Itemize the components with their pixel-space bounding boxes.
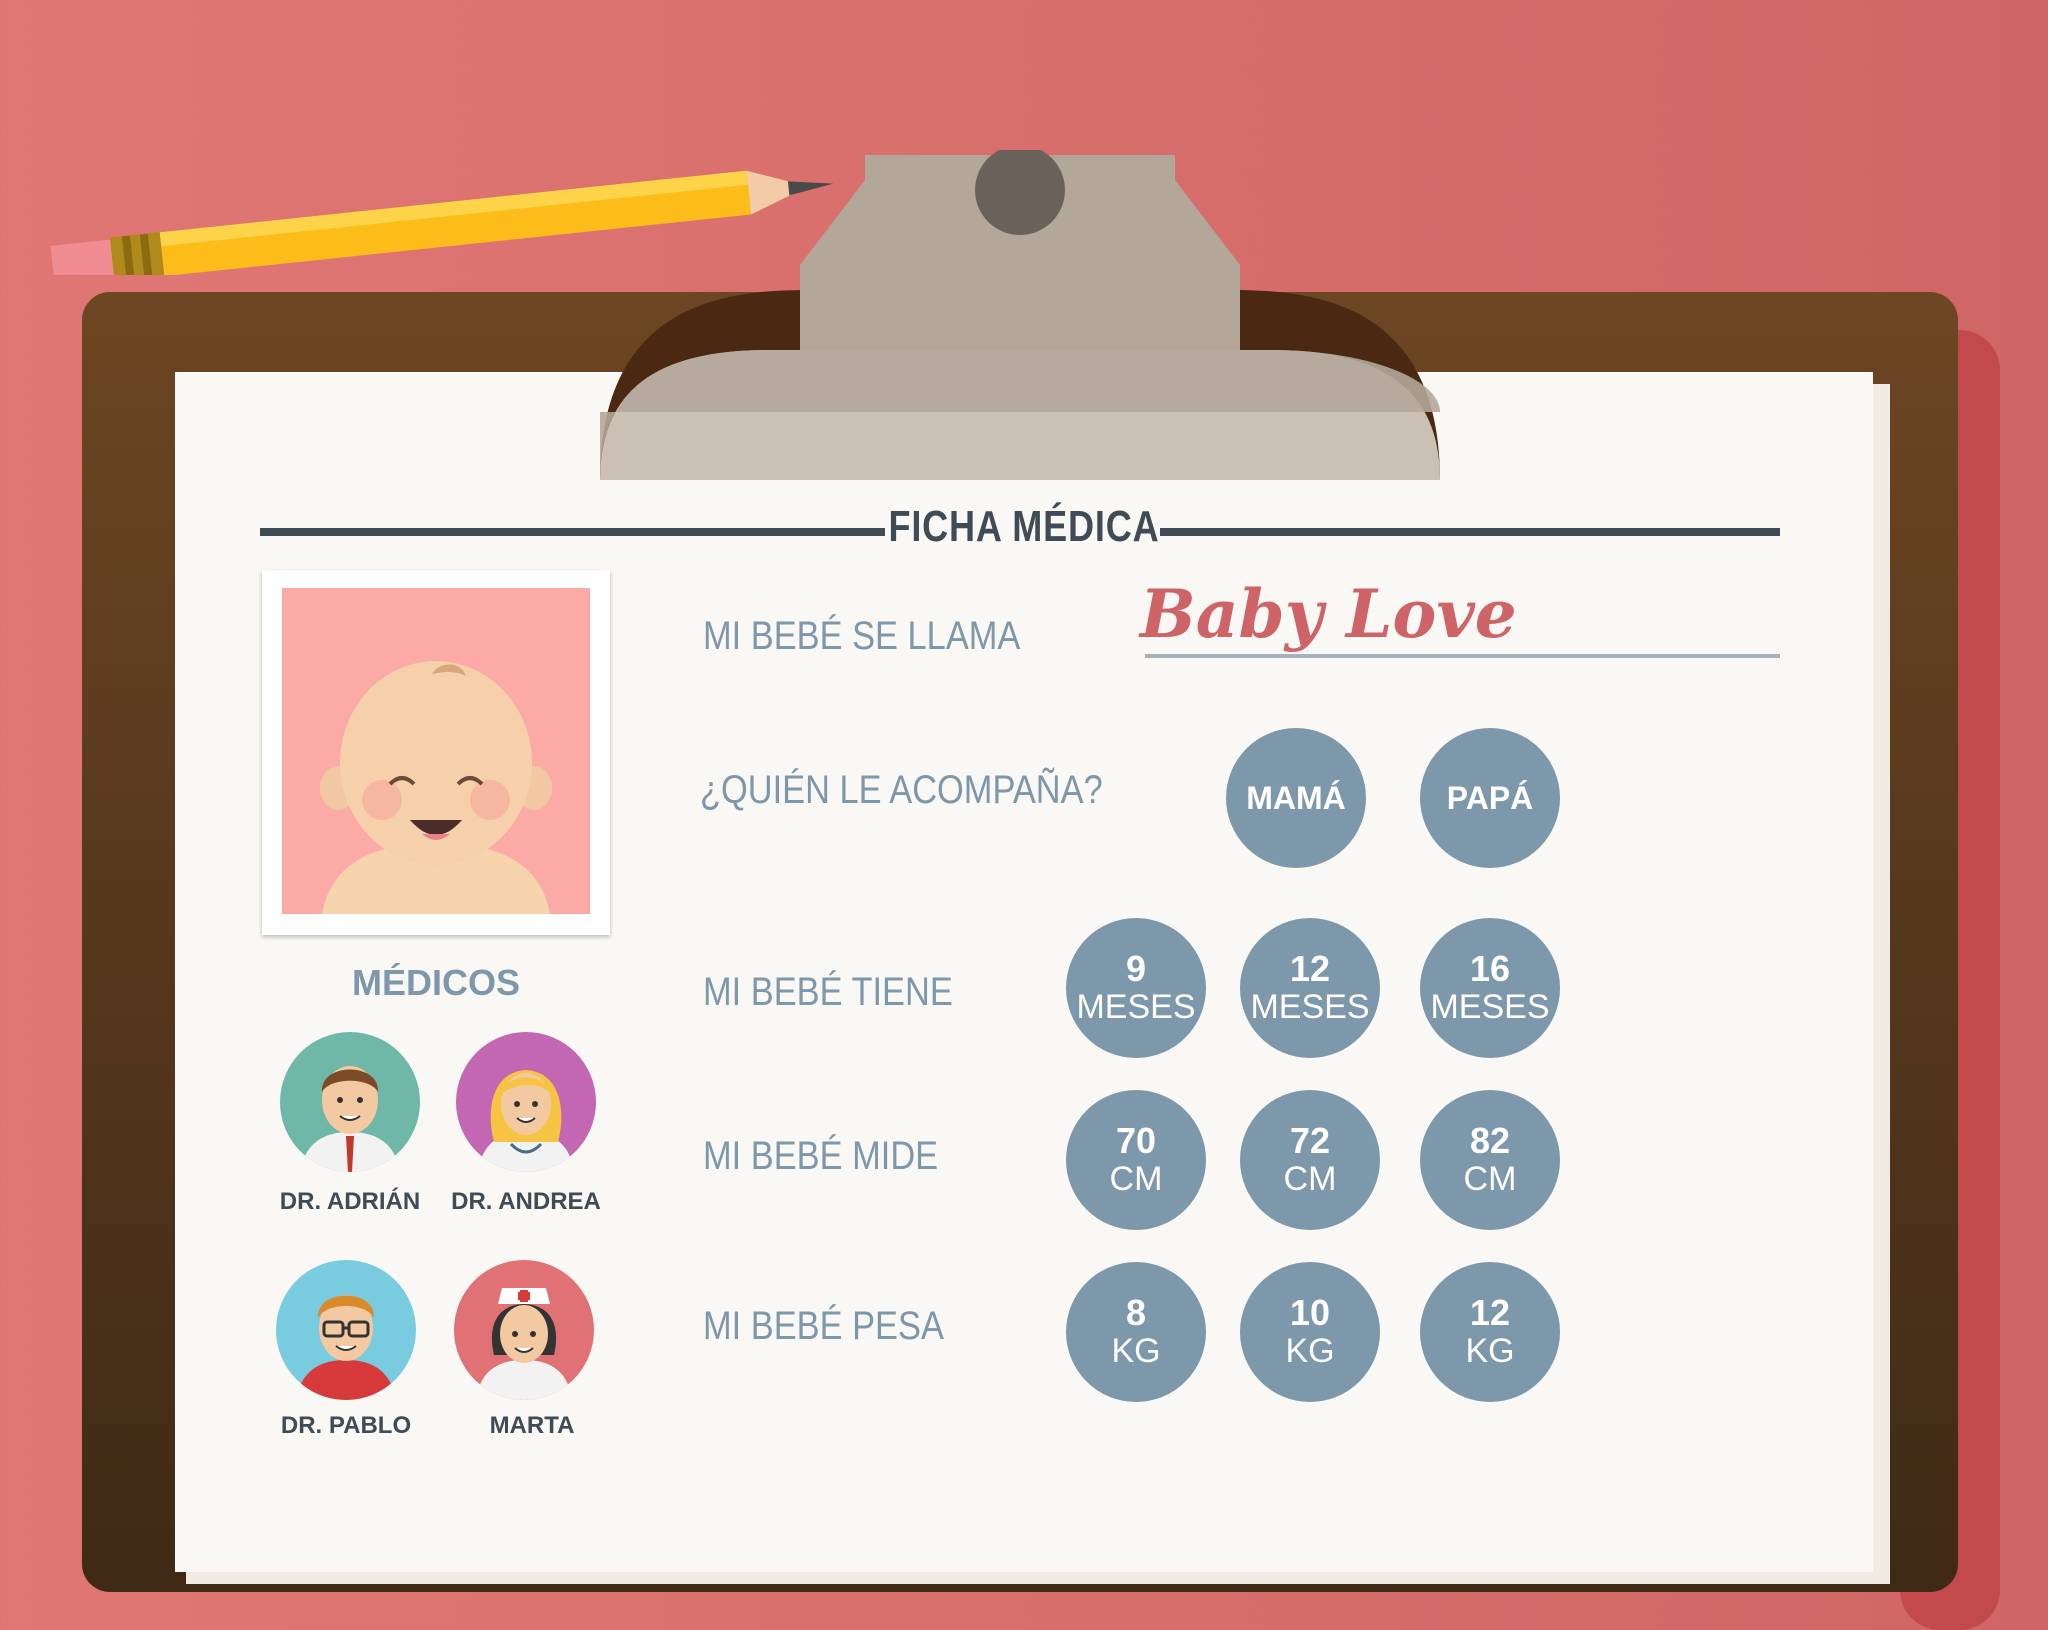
option-weight-8[interactable]: 8 KG bbox=[1066, 1262, 1206, 1402]
nurse-icon[interactable] bbox=[454, 1260, 594, 1400]
option-age-12[interactable]: 12 MESES bbox=[1240, 918, 1380, 1058]
option-age-16[interactable]: 16 MESES bbox=[1420, 918, 1560, 1058]
name-underline bbox=[1145, 654, 1780, 658]
glasses-doctor-icon[interactable] bbox=[276, 1260, 416, 1400]
option-weight-10[interactable]: 10 KG bbox=[1240, 1262, 1380, 1402]
option-mama[interactable]: MAMÁ bbox=[1226, 728, 1366, 868]
baby-name-value[interactable]: Baby Love bbox=[1140, 575, 1517, 653]
option-height-72[interactable]: 72 CM bbox=[1240, 1090, 1380, 1230]
medicos-heading: MÉDICOS bbox=[351, 962, 520, 1003]
baby-face-icon bbox=[320, 661, 552, 914]
page-title: FICHA MÉDICA bbox=[888, 502, 1160, 551]
question-age: MI BEBÉ TIENE bbox=[703, 970, 953, 1014]
doctor-name-pablo: DR. PABLO bbox=[280, 1412, 412, 1439]
male-doctor-icon[interactable] bbox=[280, 1032, 420, 1172]
option-weight-12[interactable]: 12 KG bbox=[1420, 1262, 1560, 1402]
question-companion: ¿QUIÉN LE ACOMPAÑA? bbox=[700, 768, 1103, 812]
clipboard-clip bbox=[600, 150, 1440, 480]
question-weight: MI BEBÉ PESA bbox=[703, 1304, 944, 1348]
question-name: MI BEBÉ SE LLAMA bbox=[703, 614, 1021, 658]
doctor-name-adrian: DR. ADRIÁN bbox=[279, 1188, 421, 1215]
option-papa[interactable]: PAPÁ bbox=[1420, 728, 1560, 868]
option-age-9[interactable]: 9 MESES bbox=[1066, 918, 1206, 1058]
option-height-82[interactable]: 82 CM bbox=[1420, 1090, 1560, 1230]
baby-photo bbox=[262, 570, 610, 935]
doctor-name-marta: MARTA bbox=[489, 1412, 575, 1439]
female-doctor-icon[interactable] bbox=[456, 1032, 596, 1172]
doctor-name-andrea: DR. ANDREA bbox=[451, 1188, 601, 1215]
question-height: MI BEBÉ MIDE bbox=[703, 1134, 939, 1178]
option-height-70[interactable]: 70 CM bbox=[1066, 1090, 1206, 1230]
